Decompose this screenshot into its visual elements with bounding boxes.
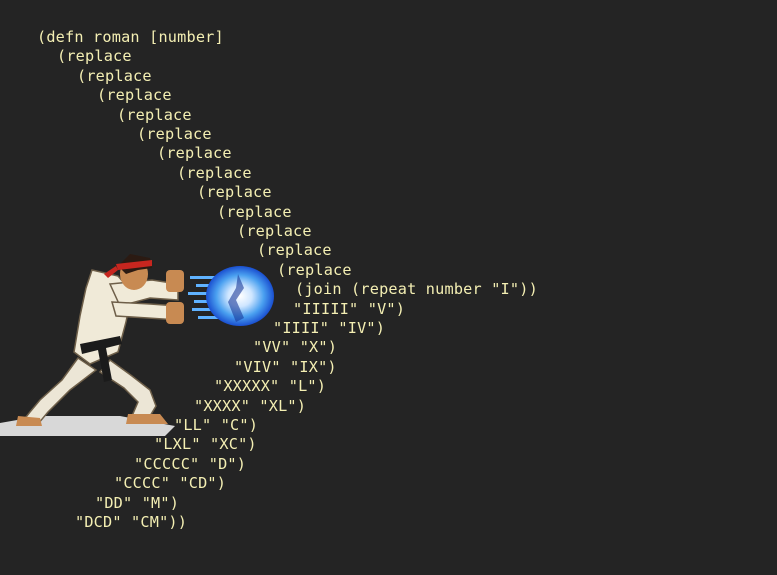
code-line: (replace xyxy=(177,163,252,182)
code-line: "CCCCC" "D") xyxy=(134,454,247,473)
code-line: (replace xyxy=(137,125,212,143)
code-line: (replace xyxy=(217,202,292,221)
code-line: (join (repeat number "I")) xyxy=(295,280,538,299)
code-line: "CCCC" "CD") xyxy=(114,474,227,493)
code-line: (replace xyxy=(117,105,192,124)
code-line: (replace xyxy=(197,183,272,202)
code-line: (replace xyxy=(97,86,172,105)
code-line: (defn roman [number] xyxy=(37,28,224,46)
fighter-hadouken-icon xyxy=(0,254,274,436)
fighter-fist-upper xyxy=(166,270,184,292)
code-line: (replace xyxy=(237,222,312,240)
code-line: (replace xyxy=(57,47,132,66)
code-line: "IIIII" "V") xyxy=(293,299,406,318)
fighter-front-foot xyxy=(126,414,168,424)
fighter-fist-lower xyxy=(166,302,184,324)
code-line: "DD" "M") xyxy=(95,493,180,512)
code-line: (replace xyxy=(157,144,232,163)
code-line: (replace xyxy=(77,66,152,85)
fighter-back-leg xyxy=(20,356,98,425)
slide-canvas: (defn roman [number] (replace (replace (rep… xyxy=(0,0,777,575)
code-line: "DCD" "CM")) xyxy=(75,513,188,531)
